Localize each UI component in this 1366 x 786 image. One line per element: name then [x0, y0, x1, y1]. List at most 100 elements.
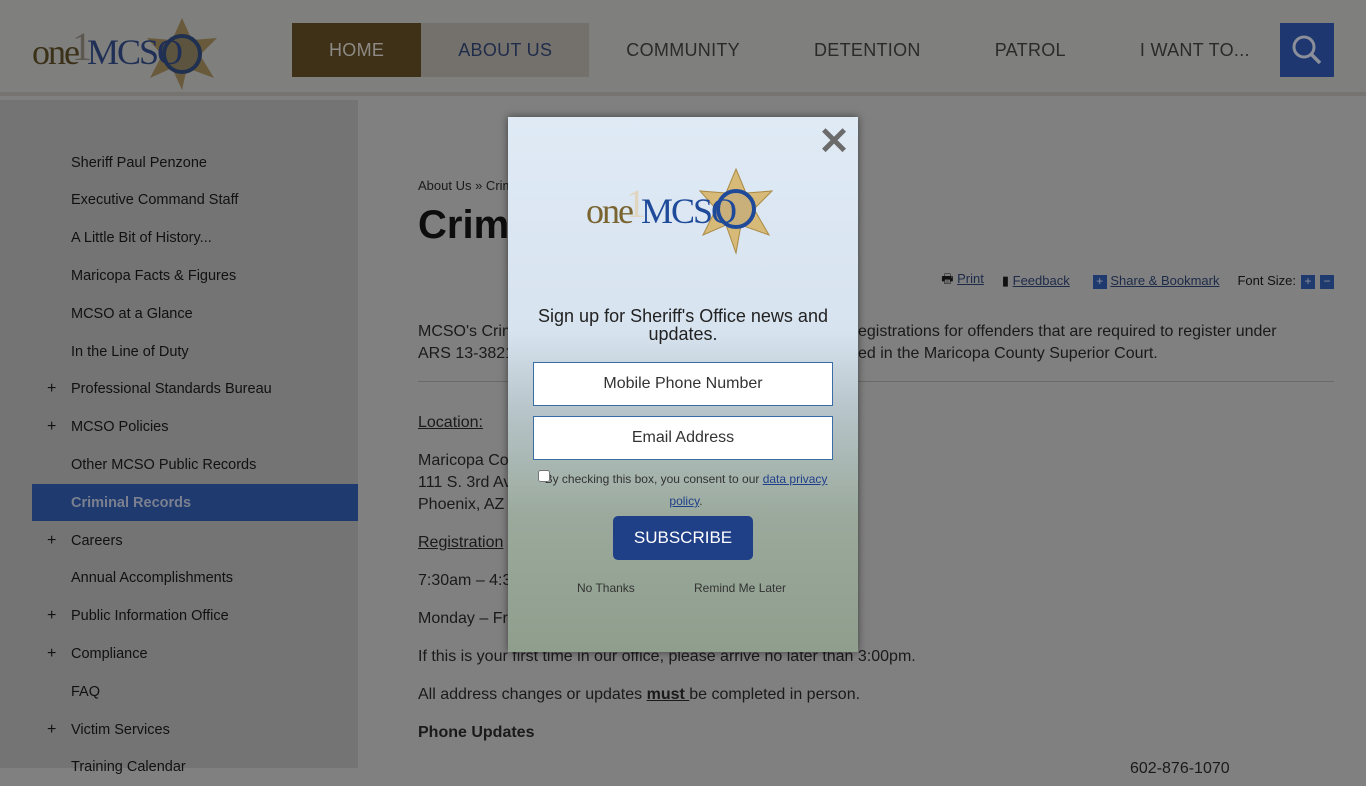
- sidebar-item[interactable]: Other MCSO Public Records: [32, 446, 358, 483]
- search-button[interactable]: [1280, 23, 1334, 77]
- sidebar-item[interactable]: Criminal Records: [32, 484, 358, 522]
- address-line-3: Phoenix, AZ: [418, 496, 505, 513]
- sidebar-item[interactable]: A Little Bit of History...: [32, 220, 358, 257]
- consent-row: By checking this box, you consent to our…: [536, 468, 836, 512]
- signup-modal: ✕ 1 one MCSO Sign up for Sheriff's Offic…: [508, 117, 858, 652]
- font-size-label: Font Size:: [1237, 273, 1296, 288]
- location-label: Location:: [418, 414, 483, 431]
- nav-about-us[interactable]: ABOUT US: [421, 23, 590, 77]
- svg-text:MCSO: MCSO: [87, 32, 182, 72]
- sidebar-item-label: Criminal Records: [71, 494, 192, 511]
- address-line-2: 111 S. 3rd Av: [418, 474, 512, 491]
- sidebar-item[interactable]: + Public Information Office: [32, 598, 358, 635]
- sidebar-item[interactable]: FAQ: [32, 673, 358, 710]
- expand-plus-icon[interactable]: +: [47, 418, 56, 436]
- sidebar-item[interactable]: + Victim Services: [32, 711, 358, 748]
- font-increase-button[interactable]: +: [1301, 275, 1315, 289]
- main-nav: HOME ABOUT US COMMUNITY DETENTION PATROL…: [292, 23, 1287, 77]
- page-title: Crim: [418, 203, 510, 247]
- nav-detention[interactable]: DETENTION: [777, 23, 958, 77]
- hours: 7:30am – 4:3: [418, 572, 512, 589]
- onemcso-logo-modal: 1 one MCSO: [586, 167, 774, 255]
- sidebar-item[interactable]: + MCSO Policies: [32, 409, 358, 446]
- signup-heading: Sign up for Sheriff's Office news and up…: [538, 306, 828, 344]
- sidebar-item-label: Executive Command Staff: [71, 192, 239, 209]
- email-input[interactable]: Email Address: [533, 416, 833, 460]
- days: Monday – Fr: [418, 610, 508, 627]
- nav-community[interactable]: COMMUNITY: [589, 23, 777, 77]
- expand-plus-icon[interactable]: +: [47, 721, 56, 739]
- sidebar-item-label: FAQ: [71, 683, 101, 700]
- sidebar-item[interactable]: Annual Accomplishments: [32, 560, 358, 597]
- phone-line: 602-876-1070: [1130, 760, 1230, 777]
- mobile-phone-input[interactable]: Mobile Phone Number: [533, 362, 833, 406]
- expand-plus-icon[interactable]: +: [47, 607, 56, 625]
- address-changes-post: be completed in person.: [689, 686, 861, 703]
- intro-2a: ARS 13-3821: [418, 345, 515, 362]
- share-label[interactable]: Share & Bookmark: [1110, 273, 1219, 288]
- sidebar-item-label: Victim Services: [71, 721, 170, 738]
- expand-plus-icon[interactable]: +: [47, 645, 56, 663]
- sidebar-item-label: Compliance: [71, 645, 148, 662]
- sidebar-item-label: Training Calendar: [71, 759, 186, 776]
- expand-plus-icon[interactable]: +: [47, 532, 56, 550]
- onemcso-logo[interactable]: 1 one MCSO: [32, 10, 227, 92]
- comment-icon: ▮: [1001, 273, 1010, 288]
- sidebar-item-label: Maricopa Facts & Figures: [71, 267, 237, 284]
- font-size-controls: Font Size: + −: [1237, 273, 1334, 289]
- page-tools: 🖶 Print ▮ Feedback + Share & Bookmark Fo…: [941, 270, 1334, 292]
- consent-checkbox[interactable]: [538, 470, 550, 482]
- sidebar-item[interactable]: + Compliance: [32, 635, 358, 672]
- address-changes-note: All address changes or updates must be c…: [418, 684, 860, 706]
- sidebar-item-label: Sheriff Paul Penzone: [71, 154, 207, 171]
- close-icon[interactable]: ✕: [818, 123, 850, 161]
- sidebar-item[interactable]: + Careers: [32, 522, 358, 559]
- sidebar-item-label: Careers: [71, 532, 123, 549]
- address-line-1: Maricopa Co: [418, 452, 509, 469]
- sidebar-item[interactable]: + Professional Standards Bureau: [32, 371, 358, 408]
- sidebar-item-label: A Little Bit of History...: [71, 230, 212, 247]
- sidebar-item-label: Other MCSO Public Records: [71, 456, 257, 473]
- intro-1a: MCSO's Crim: [418, 323, 516, 340]
- sidebar-item-label: Annual Accomplishments: [71, 570, 233, 587]
- sidebar-item[interactable]: Sheriff Paul Penzone: [32, 144, 358, 181]
- consent-text: By checking this box, you consent to our: [544, 472, 763, 486]
- svg-text:one: one: [586, 191, 633, 231]
- plus-icon: +: [1092, 275, 1107, 289]
- sidebar-item-label: MCSO Policies: [71, 419, 169, 436]
- intro-1b: egistrations for offenders that are requ…: [858, 323, 1277, 340]
- nav-home[interactable]: HOME: [292, 23, 422, 77]
- sidebar-item[interactable]: Executive Command Staff: [32, 182, 358, 219]
- share-link[interactable]: + Share & Bookmark: [1088, 273, 1219, 289]
- font-decrease-button[interactable]: −: [1320, 275, 1334, 289]
- search-icon: [1292, 35, 1322, 65]
- expand-plus-icon[interactable]: +: [47, 380, 56, 398]
- sidebar-item[interactable]: Training Calendar: [32, 749, 358, 786]
- feedback-link[interactable]: ▮ Feedback: [1002, 273, 1070, 289]
- sidebar-nav: Sheriff Paul Penzone Executive Command St…: [0, 100, 358, 775]
- registration-label: Registration: [418, 534, 504, 551]
- consent-end: .: [699, 494, 703, 508]
- sidebar-item[interactable]: In the Line of Duty: [32, 333, 358, 370]
- sidebar-item-label: MCSO at a Glance: [71, 305, 193, 322]
- must-emphasis: must: [646, 686, 690, 703]
- sidebar-item[interactable]: Maricopa Facts & Figures: [32, 257, 358, 294]
- sidebar-item-label: Professional Standards Bureau: [71, 381, 272, 398]
- sidebar-item[interactable]: MCSO at a Glance: [32, 295, 358, 332]
- feedback-label[interactable]: Feedback: [1013, 273, 1070, 288]
- intro-line-2: ARS 13-3821 ed in the Maricopa County Sup…: [418, 343, 1158, 365]
- intro-2b: ed in the Maricopa County Superior Court…: [858, 345, 1158, 362]
- print-label[interactable]: Print: [957, 271, 984, 286]
- subscribe-button[interactable]: SUBSCRIBE: [613, 516, 753, 560]
- svg-text:MCSO: MCSO: [641, 191, 736, 231]
- no-thanks-link[interactable]: No Thanks: [577, 581, 635, 595]
- nav-i-want-to[interactable]: I WANT TO...: [1103, 23, 1287, 77]
- print-link[interactable]: 🖶 Print: [941, 270, 984, 292]
- breadcrumb[interactable]: About Us » Crim: [418, 178, 513, 193]
- phone-updates-heading: Phone Updates: [418, 724, 535, 741]
- site-header: 1 one MCSO HOME ABOUT US COMMUNITY DETEN…: [0, 0, 1366, 96]
- address-changes-pre: All address changes or updates: [418, 686, 647, 703]
- sidebar-item-label: In the Line of Duty: [71, 343, 189, 360]
- remind-later-link[interactable]: Remind Me Later: [694, 581, 786, 595]
- nav-patrol[interactable]: PATROL: [958, 23, 1103, 77]
